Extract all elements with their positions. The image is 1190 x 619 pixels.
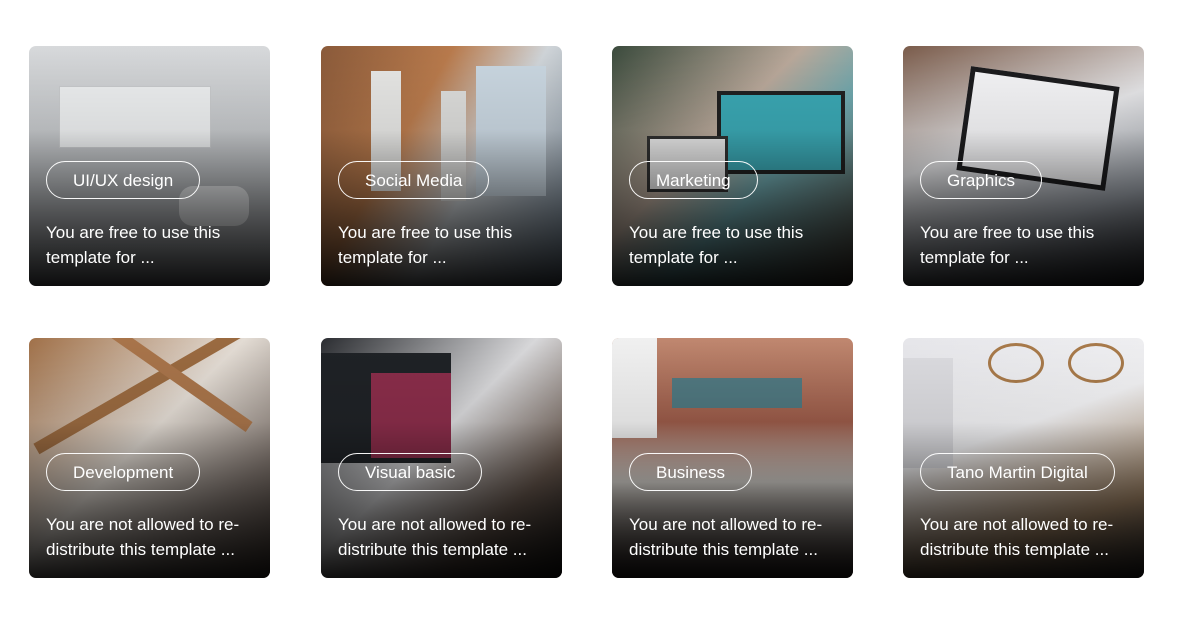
portfolio-card-marketing[interactable]: Marketing You are free to use this templ… <box>612 46 853 286</box>
portfolio-card-social-media[interactable]: Social Media You are free to use this te… <box>321 46 562 286</box>
category-tag[interactable]: Development <box>46 453 201 491</box>
category-tag[interactable]: Graphics <box>920 161 1043 199</box>
category-tag[interactable]: Social Media <box>338 161 490 199</box>
portfolio-card-ui-ux-design[interactable]: UI/UX design You are free to use this te… <box>29 46 270 286</box>
category-tag[interactable]: Marketing <box>629 161 758 199</box>
category-tag[interactable]: UI/UX design <box>46 161 201 199</box>
card-description: You are free to use this template for ..… <box>920 223 1095 267</box>
portfolio-card-graphics[interactable]: Graphics You are free to use this templa… <box>903 46 1144 286</box>
card-description: You are free to use this template for ..… <box>629 223 804 267</box>
card-grid: UI/UX design You are free to use this te… <box>0 0 1190 619</box>
card-description: You are not allowed to re-distribute thi… <box>46 515 240 559</box>
card-description: You are free to use this template for ..… <box>46 223 221 267</box>
card-description: You are free to use this template for ..… <box>338 223 513 267</box>
portfolio-card-tano-martin-digital[interactable]: Tano Martin Digital You are not allowed … <box>903 338 1144 578</box>
card-description: You are not allowed to re-distribute thi… <box>920 515 1114 559</box>
portfolio-card-visual-basic[interactable]: Visual basic You are not allowed to re-d… <box>321 338 562 578</box>
category-tag[interactable]: Visual basic <box>338 453 483 491</box>
card-description: You are not allowed to re-distribute thi… <box>629 515 823 559</box>
card-description: You are not allowed to re-distribute thi… <box>338 515 532 559</box>
category-tag[interactable]: Tano Martin Digital <box>920 453 1115 491</box>
portfolio-card-business[interactable]: Business You are not allowed to re-distr… <box>612 338 853 578</box>
portfolio-card-development[interactable]: Development You are not allowed to re-di… <box>29 338 270 578</box>
category-tag[interactable]: Business <box>629 453 752 491</box>
